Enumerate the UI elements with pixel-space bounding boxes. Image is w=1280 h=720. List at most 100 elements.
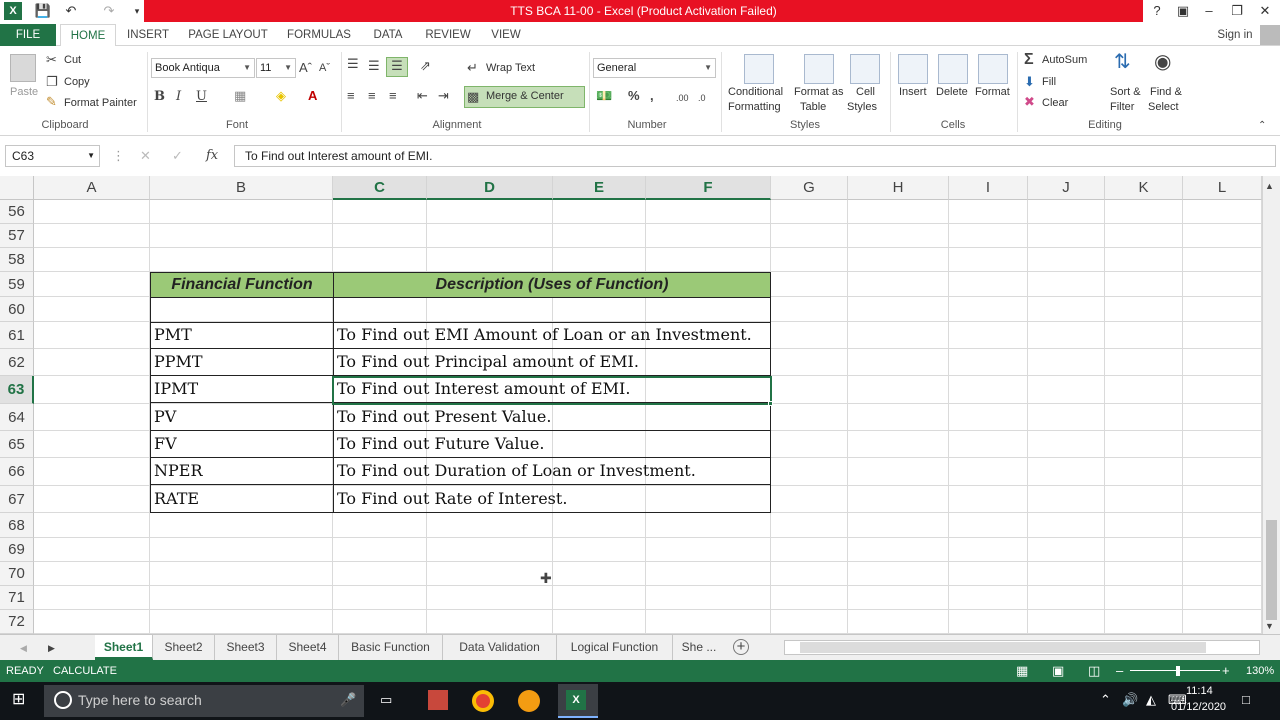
italic-icon[interactable]: I (176, 89, 181, 105)
windows-start-icon[interactable]: ⊞ (12, 692, 25, 708)
row-header-60[interactable]: 60 (0, 297, 34, 322)
format-painter-button[interactable]: Format Painter (64, 97, 137, 109)
sheet-tab-more[interactable]: She ... (673, 635, 725, 660)
zoom-slider-thumb[interactable] (1176, 666, 1180, 676)
cell-styles-button[interactable]: Cell (856, 86, 875, 98)
header-financial-function[interactable]: Financial Function (150, 272, 334, 298)
header-description[interactable]: Description (Uses of Function) (333, 272, 771, 298)
font-name-select[interactable]: Book Antiqua ▼ (151, 58, 255, 78)
table-cell-function[interactable]: IPMT (150, 376, 333, 403)
prev-sheet-icon[interactable]: ◀ (20, 640, 27, 656)
paste-button[interactable]: Paste (10, 86, 38, 98)
name-box[interactable]: C63 ▼ (5, 145, 100, 167)
page-layout-view-icon[interactable]: ▣ (1052, 663, 1064, 679)
avatar[interactable] (1260, 25, 1280, 45)
table-cell-description[interactable]: To Find out Future Value. (333, 431, 770, 458)
row-header-65[interactable]: 65 (0, 431, 34, 458)
align-bottom-icon[interactable]: ☰ (386, 57, 408, 77)
horizontal-scroll-thumb[interactable] (800, 642, 1206, 653)
close-button[interactable]: ✕ (1254, 1, 1276, 21)
zoom-slider[interactable] (1130, 670, 1220, 671)
next-sheet-icon[interactable]: ▶ (48, 640, 55, 656)
tab-home[interactable]: HOME (60, 24, 116, 47)
insert-cells-button[interactable]: Insert (899, 86, 927, 98)
number-format-select[interactable]: General ▼ (593, 58, 716, 78)
row-header-68[interactable]: 68 (0, 513, 34, 538)
zoom-out-icon[interactable]: – (1116, 663, 1123, 679)
autosum-button[interactable]: AutoSum (1042, 54, 1087, 66)
save-icon[interactable]: 💾 (34, 2, 52, 20)
page-break-view-icon[interactable]: ◫ (1088, 663, 1100, 679)
column-header-c[interactable]: C (333, 176, 427, 200)
bold-icon[interactable]: B (154, 89, 165, 105)
tab-insert[interactable]: INSERT (124, 24, 172, 46)
chrome-icon[interactable] (472, 690, 494, 712)
zoom-level[interactable]: 130% (1246, 660, 1274, 682)
align-left-icon[interactable]: ≡ (347, 88, 355, 104)
volume-icon[interactable]: 🔊 (1122, 692, 1138, 708)
sheet-tab-data-validation[interactable]: Data Validation (443, 635, 557, 660)
sign-in-link[interactable]: Sign in (1210, 24, 1260, 46)
column-header-b[interactable]: B (150, 176, 333, 200)
row-header-59[interactable]: 59 (0, 272, 34, 297)
table-cell-description[interactable]: To Find out EMI Amount of Loan or an Inv… (333, 322, 770, 349)
column-header-g[interactable]: G (771, 176, 848, 200)
zoom-in-icon[interactable]: + (1222, 663, 1230, 679)
table-cell-function[interactable]: PV (150, 404, 333, 431)
insert-function-button[interactable]: fx (206, 148, 218, 164)
increase-indent-icon[interactable]: ⇥ (438, 88, 449, 104)
column-header-h[interactable]: H (848, 176, 949, 200)
ribbon-display-icon[interactable]: ▣ (1172, 1, 1194, 21)
format-cells-button[interactable]: Format (975, 86, 1010, 98)
tab-page-layout[interactable]: PAGE LAYOUT (186, 24, 270, 46)
fill-handle[interactable] (768, 401, 773, 406)
table-row-empty[interactable] (333, 297, 771, 323)
sheet-tab-logical-function[interactable]: Logical Function (557, 635, 673, 660)
sort-filter-button[interactable]: Sort & (1110, 86, 1141, 98)
cut-button[interactable]: Cut (64, 54, 81, 66)
scroll-thumb[interactable] (1266, 520, 1277, 620)
increase-font-icon[interactable]: Aˆ (299, 60, 312, 76)
align-right-icon[interactable]: ≡ (389, 88, 397, 104)
add-sheet-icon[interactable]: + (733, 639, 749, 655)
wrap-text-button[interactable]: Wrap Text (486, 62, 535, 74)
table-cell-function[interactable]: PMT (150, 322, 333, 349)
align-center-icon[interactable]: ≡ (368, 88, 376, 104)
find-select-button[interactable]: Find & (1150, 86, 1182, 98)
copy-button[interactable]: Copy (64, 76, 90, 88)
delete-cells-button[interactable]: Delete (936, 86, 968, 98)
table-cell-function[interactable]: RATE (150, 486, 333, 513)
sheet-tab-basic-function[interactable]: Basic Function (339, 635, 443, 660)
accounting-format-icon[interactable]: 💵 (596, 88, 612, 104)
font-color-icon[interactable]: A (308, 88, 317, 104)
decrease-font-icon[interactable]: Aˇ (319, 60, 330, 76)
column-header-i[interactable]: I (949, 176, 1028, 200)
comma-icon[interactable]: , (650, 88, 654, 104)
row-header-61[interactable]: 61 (0, 322, 34, 349)
format-as-table-button[interactable]: Format as (794, 86, 844, 98)
row-header-71[interactable]: 71 (0, 586, 34, 610)
percent-icon[interactable]: % (628, 88, 640, 104)
tab-view[interactable]: VIEW (488, 24, 524, 46)
tab-review[interactable]: REVIEW (420, 24, 476, 46)
align-middle-icon[interactable]: ☰ (368, 58, 380, 74)
undo-icon[interactable]: ↶ (62, 2, 80, 20)
notification-icon[interactable]: □ (1242, 692, 1250, 708)
taskbar-time[interactable]: 11:14 (1186, 685, 1213, 697)
cancel-icon[interactable]: ✕ (140, 148, 151, 164)
row-header-64[interactable]: 64 (0, 404, 34, 431)
decrease-indent-icon[interactable]: ⇤ (417, 88, 428, 104)
column-header-f[interactable]: F (646, 176, 771, 200)
minimize-button[interactable]: – (1198, 1, 1220, 21)
fill-color-icon[interactable]: ◈ (276, 88, 286, 104)
microphone-icon[interactable]: 🎤 (340, 692, 356, 708)
column-header-l[interactable]: L (1183, 176, 1262, 200)
table-cell-description[interactable]: To Find out Duration of Loan or Investme… (333, 458, 770, 485)
task-view-icon[interactable]: ▭ (380, 692, 392, 708)
taskbar-date[interactable]: 01/12/2020 (1171, 701, 1226, 713)
row-header-63[interactable]: 63 (0, 376, 34, 404)
vertical-scrollbar[interactable]: ▲ ▼ (1262, 176, 1280, 634)
table-cell-description[interactable]: To Find out Principal amount of EMI. (333, 349, 770, 376)
table-cell-description[interactable]: To Find out Rate of Interest. (333, 486, 770, 513)
redo-icon[interactable]: ↷ (100, 2, 118, 20)
